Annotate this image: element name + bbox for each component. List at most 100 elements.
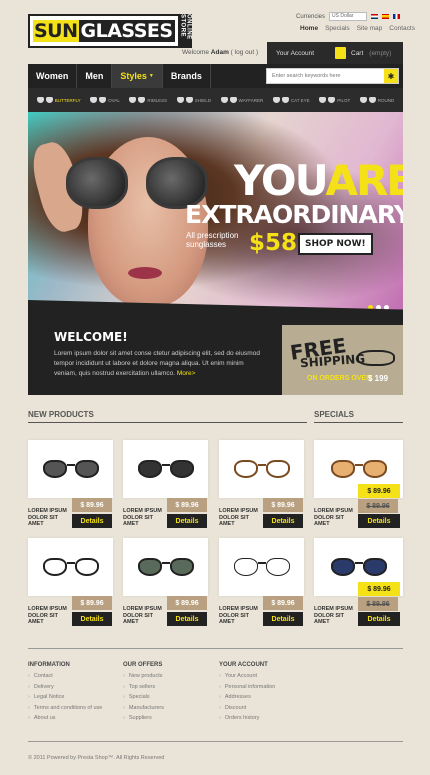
footer-link[interactable]: Addresses: [219, 694, 275, 700]
product-name[interactable]: LOREM IPSUM DOLOR SIT AMET: [219, 606, 259, 626]
logo-text: SUN GLASSES: [28, 14, 180, 48]
top-links: Home Specials Site map Contacts: [300, 25, 415, 32]
welcome-body: Lorem ipsum dolor sit amet conse ctetur …: [54, 350, 260, 377]
style-round[interactable]: Round: [359, 97, 394, 103]
flag-fr-icon[interactable]: [393, 14, 401, 19]
special-price: $ 89.96: [358, 484, 400, 498]
details-button[interactable]: Details: [263, 612, 303, 626]
glasses-icon: [42, 458, 99, 480]
product-card[interactable]: LOREM IPSUM DOLOR SIT AMET $ 89.96 Detai…: [123, 538, 208, 628]
style-label: Butterfly: [54, 97, 81, 103]
footer-link[interactable]: Terms and conditions of use: [28, 705, 102, 711]
style-rimless[interactable]: Rimless: [129, 97, 167, 103]
product-name[interactable]: LOREM IPSUM DOLOR SIT AMET: [123, 508, 163, 528]
footer-link[interactable]: Manufacturers: [123, 705, 164, 711]
product-image[interactable]: [123, 538, 208, 596]
product-name[interactable]: LOREM IPSUM DOLOR SIT AMET: [219, 508, 259, 528]
footer-link[interactable]: New products: [123, 673, 164, 679]
toplink-specials[interactable]: Specials: [325, 25, 350, 32]
nav-brands[interactable]: Brands: [163, 64, 211, 88]
nav-women[interactable]: Women: [28, 64, 78, 88]
search-input[interactable]: [267, 69, 384, 83]
details-button[interactable]: Details: [167, 612, 207, 626]
style-label: Wayfarer: [238, 97, 264, 103]
toplink-sitemap[interactable]: Site map: [357, 25, 383, 32]
cart-icon[interactable]: [335, 47, 346, 59]
product-image[interactable]: [219, 440, 304, 498]
product-card[interactable]: LOREM IPSUM DOLOR SIT AMET $ 89.96 Detai…: [123, 440, 208, 530]
your-account-link[interactable]: Your Account: [267, 50, 335, 57]
shop-now-button[interactable]: SHOP NOW!: [298, 233, 373, 255]
logout-link[interactable]: ( log out ): [231, 49, 258, 56]
footer-link[interactable]: About us: [28, 715, 102, 721]
product-image[interactable]: [123, 440, 208, 498]
style-cat-eye[interactable]: Cat Eye: [272, 97, 310, 103]
special-card[interactable]: LOREM IPSUM DOLOR SIT AMET $ 89.96 $ 89.…: [314, 440, 403, 530]
footer-link[interactable]: Specials: [123, 694, 164, 700]
footer-link[interactable]: Contact: [28, 673, 102, 679]
product-card[interactable]: LOREM IPSUM DOLOR SIT AMET $ 89.96 Detai…: [28, 440, 113, 530]
footer-account-title: YOUR ACCOUNT: [219, 662, 268, 668]
footer-link[interactable]: Top sellers: [123, 684, 164, 690]
style-wayfarer[interactable]: Wayfarer: [220, 97, 264, 103]
currency-switcher: Currencies US Dollar: [296, 12, 401, 21]
product-name[interactable]: LOREM IPSUM DOLOR SIT AMET: [314, 606, 354, 626]
footer-link[interactable]: Discount: [219, 705, 275, 711]
product-name[interactable]: LOREM IPSUM DOLOR SIT AMET: [123, 606, 163, 626]
glasses-icon: [330, 458, 387, 480]
logo[interactable]: SUN GLASSES ONLINE STORE: [28, 14, 192, 48]
hero-banner[interactable]: YOUARE EXTRAORDINARY All prescription su…: [28, 112, 403, 317]
copyright: © 2011 Powered by Presta Shop™. All Righ…: [28, 755, 165, 761]
shipping-threshold: $ 199: [368, 374, 389, 383]
product-image[interactable]: [219, 538, 304, 596]
product-card[interactable]: LOREM IPSUM DOLOR SIT AMET $ 89.96 Detai…: [219, 538, 304, 628]
details-button[interactable]: Details: [72, 612, 112, 626]
special-card[interactable]: LOREM IPSUM DOLOR SIT AMET $ 89.96 $ 89.…: [314, 538, 403, 628]
footer-link[interactable]: Legal Notice: [28, 694, 102, 700]
glasses-icon: [137, 458, 194, 480]
style-oval[interactable]: Oval: [90, 97, 120, 103]
style-butterfly[interactable]: Butterfly: [36, 97, 81, 103]
toplink-contacts[interactable]: Contacts: [389, 25, 415, 32]
product-name[interactable]: LOREM IPSUM DOLOR SIT AMET: [28, 606, 68, 626]
specials-title: SPECIALS: [314, 410, 403, 423]
product-name[interactable]: LOREM IPSUM DOLOR SIT AMET: [314, 508, 354, 528]
footer-link[interactable]: Delivery: [28, 684, 102, 690]
toplink-home[interactable]: Home: [300, 25, 318, 32]
nav-styles[interactable]: Styles ▼: [112, 64, 163, 88]
details-button[interactable]: Details: [167, 514, 207, 528]
cart-state: (empty): [369, 49, 392, 57]
footer-link[interactable]: Suppliers: [123, 715, 164, 721]
nav-men[interactable]: Men: [77, 64, 113, 88]
cart-link[interactable]: Cart: [351, 50, 363, 57]
product-price: $ 89.96: [263, 498, 303, 512]
product-image[interactable]: [28, 538, 113, 596]
footer-offers: OUR OFFERS New products Top sellers Spec…: [123, 662, 164, 726]
chevron-down-icon: ▼: [148, 73, 154, 79]
footer-info: INFORMATION Contact Delivery Legal Notic…: [28, 662, 102, 726]
flag-en-icon[interactable]: [371, 14, 379, 19]
hero-sunglass-left: [66, 157, 128, 209]
logo-part1: SUN: [33, 20, 79, 42]
details-button[interactable]: Details: [358, 612, 400, 626]
glasses-icon: [233, 556, 290, 578]
details-button[interactable]: Details: [72, 514, 112, 528]
details-button[interactable]: Details: [263, 514, 303, 528]
footer-link[interactable]: Orders history: [219, 715, 275, 721]
style-pilot[interactable]: Pilot: [319, 97, 350, 103]
product-card[interactable]: LOREM IPSUM DOLOR SIT AMET $ 89.96 Detai…: [219, 440, 304, 530]
flag-es-icon[interactable]: [382, 14, 390, 19]
glasses-icon: [137, 556, 194, 578]
style-shield[interactable]: Shield: [176, 97, 211, 103]
product-name[interactable]: LOREM IPSUM DOLOR SIT AMET: [28, 508, 68, 528]
footer-link[interactable]: Your Account: [219, 673, 275, 679]
footer-link[interactable]: Personal information: [219, 684, 275, 690]
product-image[interactable]: [28, 440, 113, 498]
hero-image-lips: [128, 267, 162, 279]
details-button[interactable]: Details: [358, 514, 400, 528]
more-link[interactable]: More>: [177, 370, 196, 377]
search-button[interactable]: ✱: [384, 69, 398, 83]
product-card[interactable]: LOREM IPSUM DOLOR SIT AMET $ 89.96 Detai…: [28, 538, 113, 628]
currency-select[interactable]: US Dollar: [329, 12, 368, 21]
old-price: $ 89.96: [358, 597, 398, 611]
